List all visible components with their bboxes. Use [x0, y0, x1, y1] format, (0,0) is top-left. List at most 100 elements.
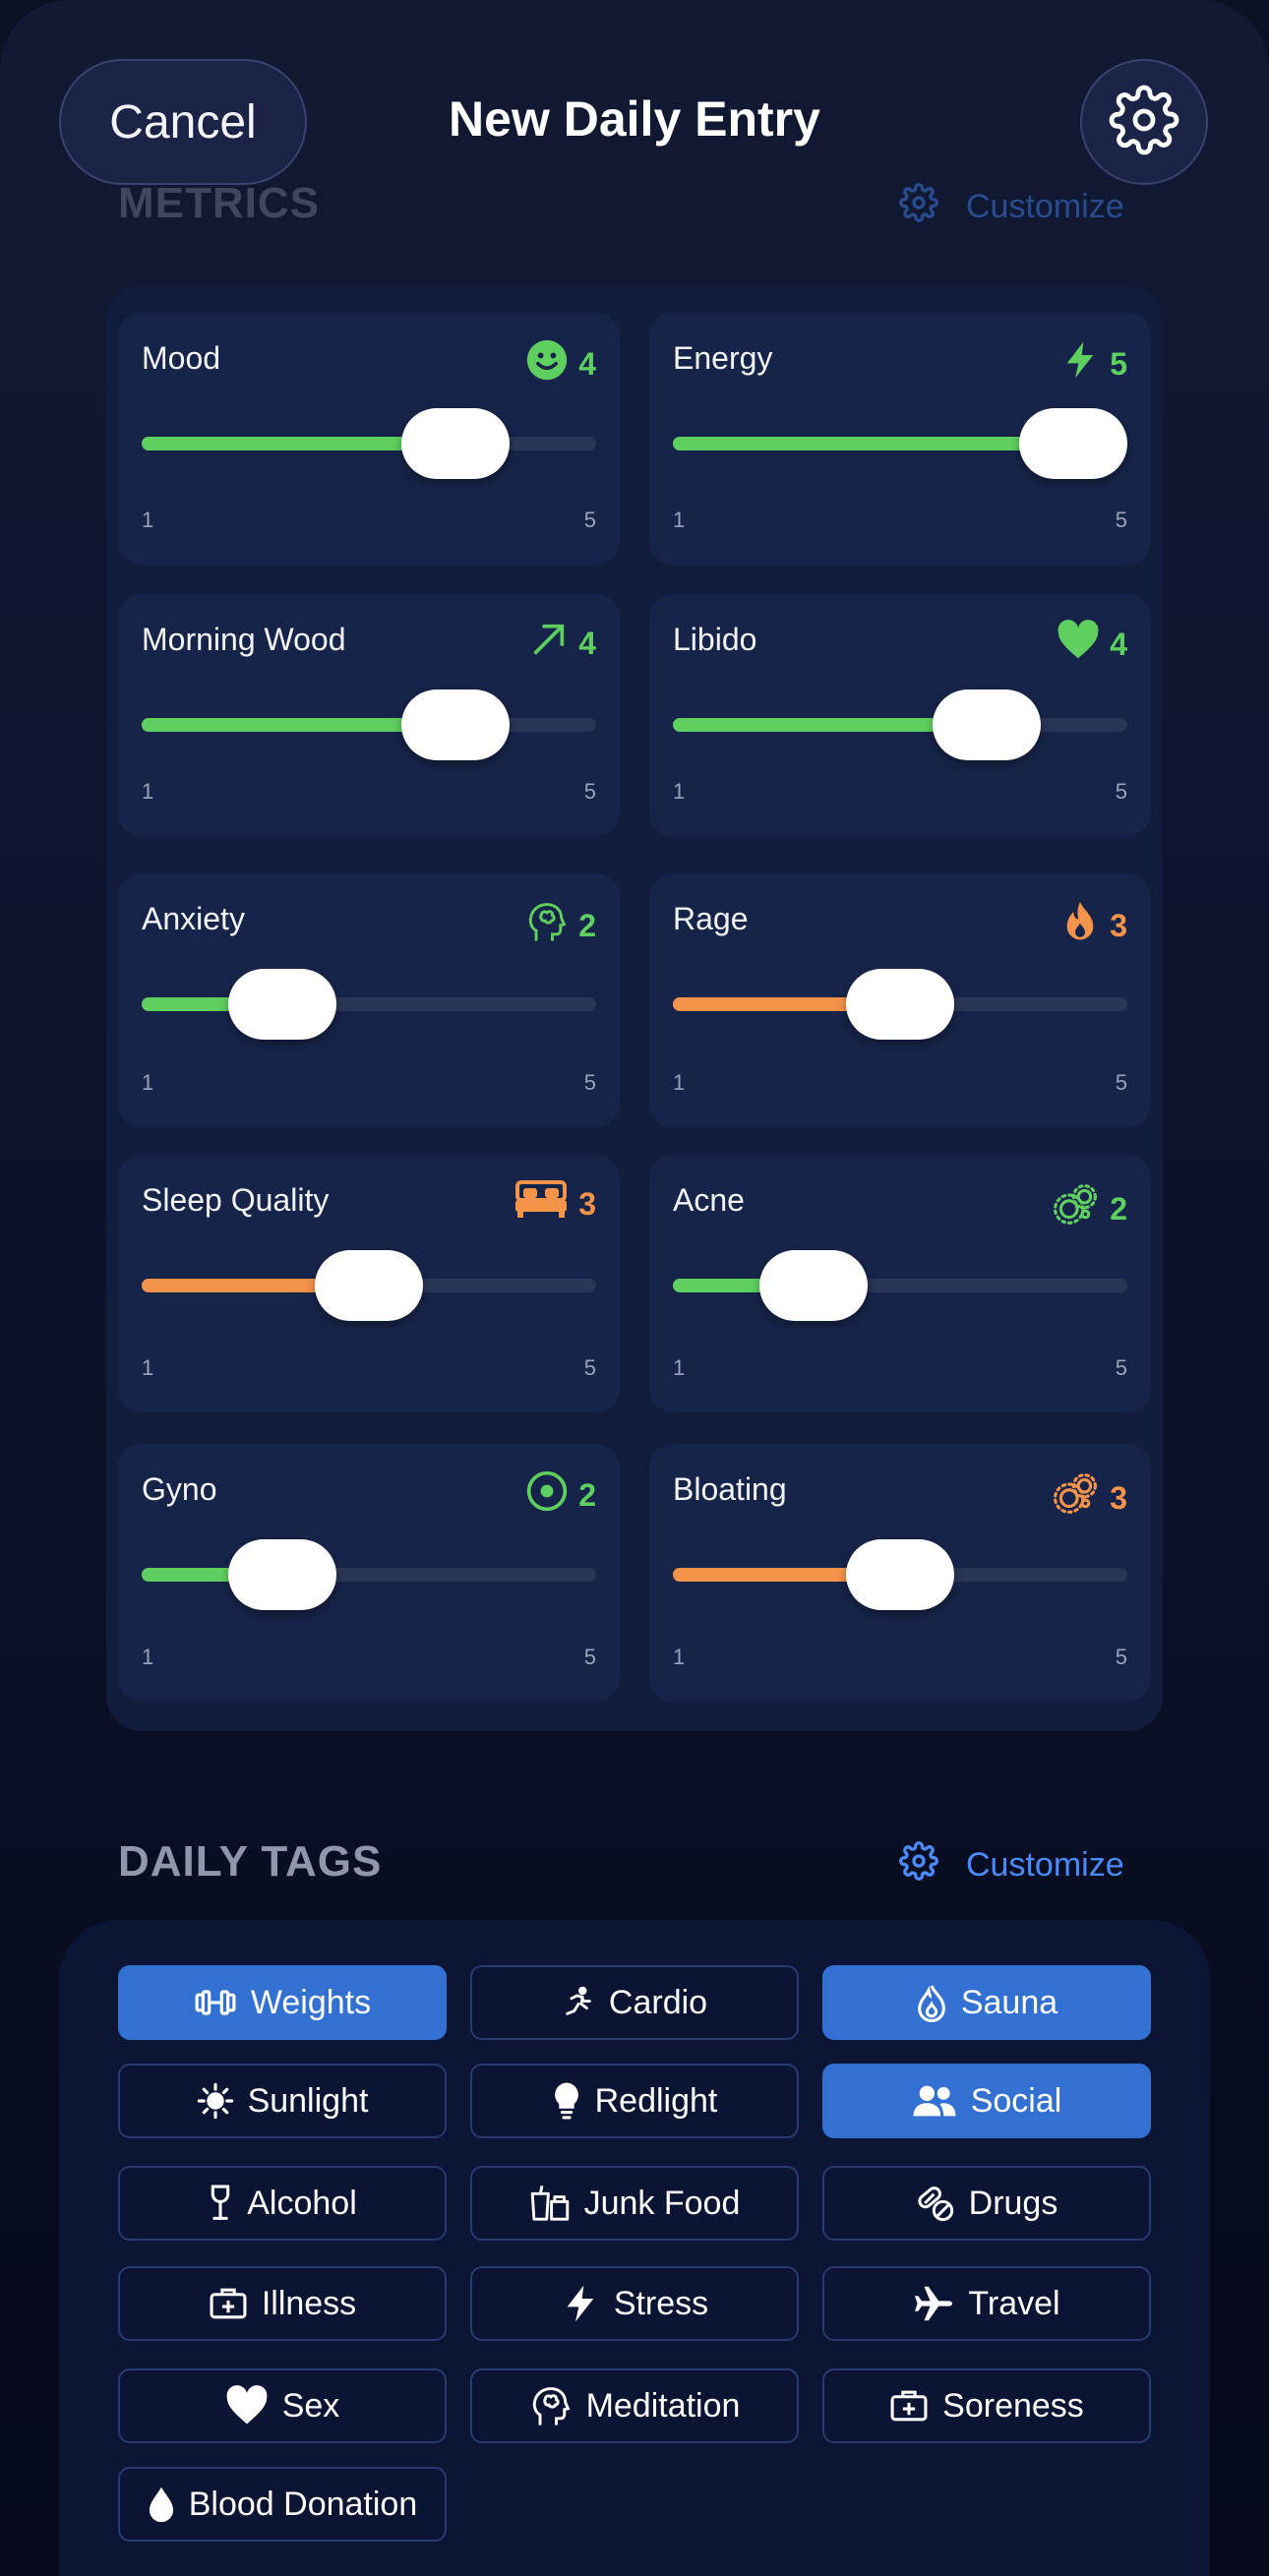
- airplane-icon: [913, 2285, 954, 2322]
- metric-label: Acne: [673, 1182, 745, 1218]
- tag-illness[interactable]: Illness: [118, 2266, 447, 2341]
- metric-label: Libido: [673, 622, 757, 657]
- bed-icon: [514, 1180, 569, 1228]
- drop-icon: [148, 2486, 175, 2523]
- tag-cardio[interactable]: Cardio: [470, 1965, 799, 2040]
- lightning-icon: [1060, 338, 1100, 389]
- metric-min-label: 1: [673, 1070, 686, 1095]
- tag-alcohol[interactable]: Alcohol: [118, 2166, 447, 2241]
- metric-label: Sleep Quality: [142, 1182, 330, 1218]
- metric-value-display: 3: [514, 1180, 596, 1228]
- metric-slider[interactable]: [142, 408, 596, 479]
- tag-label: Meditation: [585, 2386, 741, 2425]
- metric-slider-thumb[interactable]: [933, 689, 1041, 760]
- tag-redlight[interactable]: Redlight: [470, 2064, 799, 2138]
- metric-card-mood: Mood 4 1 5: [118, 313, 620, 565]
- heart-icon: [225, 2385, 269, 2426]
- tag-social[interactable]: Social: [822, 2064, 1151, 2138]
- metric-slider-thumb[interactable]: [846, 1539, 954, 1610]
- tag-label: Travel: [968, 2284, 1060, 2322]
- target-icon: [525, 1469, 569, 1521]
- gear-icon: [1109, 85, 1179, 160]
- metric-slider[interactable]: [673, 408, 1127, 479]
- metric-card-sleep-quality: Sleep Quality 3 1 5: [118, 1155, 620, 1412]
- tag-label: Sunlight: [247, 2081, 369, 2120]
- tag-travel[interactable]: Travel: [822, 2266, 1151, 2341]
- metric-label: Mood: [142, 340, 221, 376]
- metric-slider[interactable]: [142, 1539, 596, 1610]
- gear-icon: [899, 183, 938, 231]
- metric-slider[interactable]: [673, 689, 1127, 760]
- metric-max-label: 5: [1115, 779, 1127, 804]
- metric-min-label: 1: [673, 1645, 686, 1669]
- tag-meditation[interactable]: Meditation: [470, 2368, 799, 2443]
- tag-sauna[interactable]: Sauna: [822, 1965, 1151, 2040]
- metric-slider-thumb[interactable]: [315, 1250, 423, 1321]
- metric-value-display: 5: [1060, 338, 1127, 389]
- tag-label: Soreness: [942, 2386, 1084, 2425]
- metric-card-acne: Acne 2 1 5: [649, 1155, 1151, 1412]
- scrolled-content-remnant: [0, 0, 1269, 8]
- metric-slider[interactable]: [673, 969, 1127, 1040]
- tag-sex[interactable]: Sex: [118, 2368, 447, 2443]
- arrow-up-right-icon: [529, 620, 569, 667]
- metrics-customize-button[interactable]: Customize: [899, 183, 1124, 231]
- dumbbell-icon: [194, 1988, 237, 2017]
- metric-slider-fill: [142, 718, 441, 732]
- running-icon: [562, 1983, 595, 2022]
- metric-slider-thumb[interactable]: [1019, 408, 1127, 479]
- page-title: New Daily Entry: [449, 91, 820, 147]
- metric-min-label: 1: [142, 1645, 154, 1669]
- metric-value: 3: [1110, 1479, 1127, 1516]
- tag-blood-donation[interactable]: Blood Donation: [118, 2467, 447, 2542]
- tag-junk-food[interactable]: Junk Food: [470, 2166, 799, 2241]
- metric-slider-thumb[interactable]: [759, 1250, 868, 1321]
- tag-label: Junk Food: [583, 2184, 741, 2222]
- metrics-heading: METRICS: [118, 179, 320, 227]
- metric-min-label: 1: [673, 779, 686, 804]
- tag-label: Illness: [261, 2284, 357, 2322]
- metric-max-label: 5: [1115, 508, 1127, 532]
- metric-value-display: 3: [1051, 1469, 1127, 1527]
- metric-slider-thumb[interactable]: [228, 1539, 336, 1610]
- metric-slider[interactable]: [142, 689, 596, 760]
- metric-value: 4: [1110, 626, 1127, 662]
- metric-slider-thumb[interactable]: [401, 689, 510, 760]
- metric-value: 5: [1110, 345, 1127, 382]
- metric-card-energy: Energy 5 1 5: [649, 313, 1151, 565]
- tag-label: Redlight: [594, 2081, 718, 2120]
- metric-slider[interactable]: [673, 1250, 1127, 1321]
- metric-max-label: 5: [1115, 1355, 1127, 1380]
- settings-button[interactable]: [1080, 59, 1208, 185]
- metric-max-label: 5: [583, 779, 596, 804]
- metric-value-display: 4: [529, 620, 596, 667]
- metric-value: 4: [578, 625, 596, 661]
- tag-soreness[interactable]: Soreness: [822, 2368, 1151, 2443]
- tags-customize-button[interactable]: Customize: [899, 1841, 1124, 1889]
- metric-slider-thumb[interactable]: [846, 969, 954, 1040]
- tag-label: Drugs: [968, 2184, 1058, 2222]
- metric-slider-thumb[interactable]: [401, 408, 510, 479]
- metric-card-morning-wood: Morning Wood 4 1 5: [118, 594, 620, 836]
- people-icon: [912, 2084, 957, 2118]
- metric-slider-thumb[interactable]: [228, 969, 336, 1040]
- daily-tags-heading: DAILY TAGS: [118, 1837, 383, 1886]
- metric-card-libido: Libido 4 1 5: [649, 594, 1151, 836]
- entry-sheet: METRICS Customize Cancel New Daily Entry…: [0, 0, 1269, 2576]
- metric-label: Bloating: [673, 1471, 787, 1507]
- tag-label: Sex: [281, 2386, 340, 2425]
- metric-slider[interactable]: [142, 969, 596, 1040]
- metric-label: Gyno: [142, 1471, 217, 1507]
- metric-slider[interactable]: [142, 1250, 596, 1321]
- tag-label: Alcohol: [247, 2184, 357, 2222]
- tag-drugs[interactable]: Drugs: [822, 2166, 1151, 2241]
- tag-sunlight[interactable]: Sunlight: [118, 2064, 447, 2138]
- metric-label: Energy: [673, 340, 773, 376]
- metric-min-label: 1: [673, 508, 686, 532]
- metric-slider-fill: [673, 718, 972, 732]
- tag-weights[interactable]: Weights: [118, 1965, 447, 2040]
- metric-slider[interactable]: [673, 1539, 1127, 1610]
- metric-label: Anxiety: [142, 901, 245, 936]
- tag-stress[interactable]: Stress: [470, 2266, 799, 2341]
- bubbles-icon: [1051, 1180, 1100, 1237]
